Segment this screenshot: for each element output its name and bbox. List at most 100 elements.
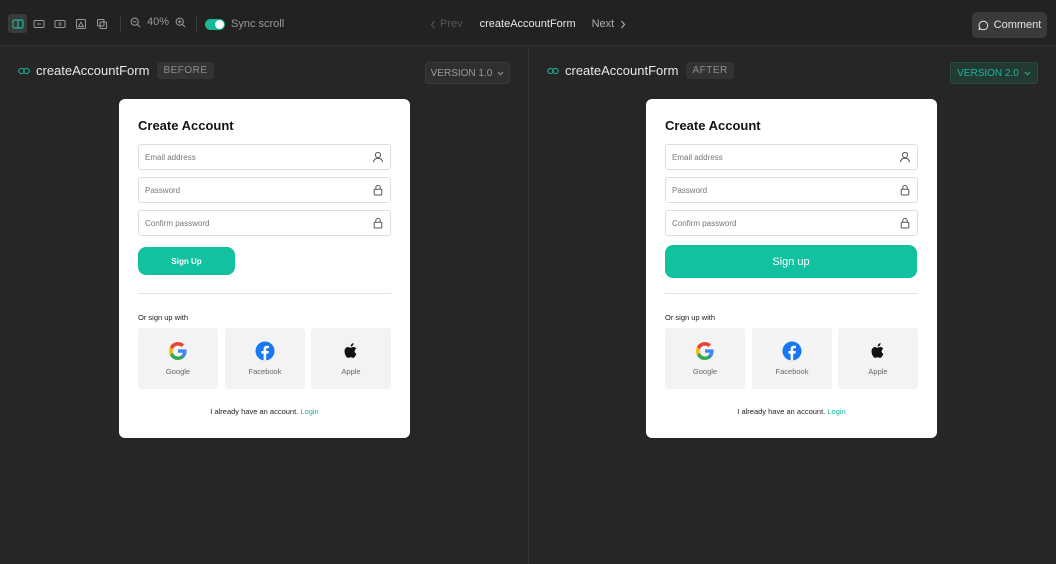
google-button[interactable]: Google [665, 328, 745, 389]
google-icon [168, 341, 187, 361]
zoom-out-button[interactable] [130, 17, 141, 28]
confirm-password-placeholder: Confirm password [145, 218, 210, 228]
email-field[interactable]: Email address [665, 144, 918, 170]
email-placeholder: Email address [672, 152, 723, 162]
or-sign-up-label: Or sign up with [665, 313, 716, 322]
facebook-button[interactable]: Facebook [752, 328, 832, 389]
prev-button[interactable]: Prev [430, 18, 463, 30]
overlay-button[interactable] [71, 14, 90, 33]
toolbar-divider [120, 16, 121, 32]
divider [665, 293, 918, 294]
login-link[interactable]: Login [827, 407, 845, 416]
pane-title: createAccountForm [565, 63, 679, 78]
zoom-level: 40% [147, 16, 170, 28]
pane-header: createAccountForm AFTER [547, 62, 734, 79]
login-prompt: I already have an account. Login [646, 407, 937, 416]
google-label: Google [692, 367, 718, 376]
after-pane: createAccountForm AFTER VERSION 2.0 Crea… [529, 47, 1056, 564]
form-heading: Create Account [138, 118, 234, 133]
facebook-button[interactable]: Facebook [225, 328, 305, 389]
current-file-title: createAccountForm [479, 18, 576, 30]
side-by-side-button[interactable] [29, 14, 48, 33]
confirm-password-placeholder: Confirm password [672, 218, 737, 228]
password-field[interactable]: Password [138, 177, 391, 203]
user-icon [373, 151, 383, 163]
apple-button[interactable]: Apple [311, 328, 391, 389]
zoom-control: 40% [130, 16, 186, 28]
prev-label: Prev [440, 18, 463, 30]
password-field[interactable]: Password [665, 177, 918, 203]
slider-icon [54, 19, 65, 28]
after-badge: AFTER [686, 62, 734, 79]
login-prompt-text: I already have an account. [210, 407, 299, 416]
comment-icon [978, 20, 988, 30]
password-placeholder: Password [672, 185, 708, 195]
apple-button[interactable]: Apple [838, 328, 918, 389]
login-prompt: I already have an account. Login [119, 407, 410, 416]
pane-title: createAccountForm [36, 63, 150, 78]
comment-label: Comment [993, 19, 1042, 31]
divider [138, 293, 391, 294]
confirm-password-field[interactable]: Confirm password [665, 210, 918, 236]
sign-up-button[interactable]: Sign Up [138, 247, 235, 275]
zoom-out-icon [130, 17, 141, 27]
sign-up-button[interactable]: Sign up [665, 245, 917, 278]
email-placeholder: Email address [145, 152, 196, 162]
google-button[interactable]: Google [138, 328, 218, 389]
form-heading: Create Account [665, 118, 761, 133]
login-link[interactable]: Login [300, 407, 318, 416]
google-label: Google [165, 367, 191, 376]
pane-header: createAccountForm BEFORE [18, 62, 214, 79]
facebook-label: Facebook [248, 367, 282, 376]
zoom-in-button[interactable] [175, 17, 186, 28]
google-icon [695, 341, 714, 361]
overlay-icon [75, 18, 86, 29]
version-select[interactable]: VERSION 2.0 [950, 62, 1038, 84]
link-icon [18, 67, 30, 74]
chevron-left-icon [430, 20, 435, 28]
next-label: Next [591, 18, 615, 30]
facebook-label: Facebook [775, 367, 809, 376]
toolbar: 40% Sync scroll Prev createAccountForm N… [0, 0, 1056, 46]
apple-label: Apple [341, 367, 361, 376]
version-select[interactable]: VERSION 1.0 [425, 62, 510, 84]
split-view-icon [11, 18, 24, 29]
onion-skin-button[interactable] [92, 14, 111, 33]
chevron-right-icon [621, 20, 626, 28]
before-badge: BEFORE [157, 62, 214, 79]
slider-button[interactable] [50, 14, 69, 33]
zoom-in-icon [175, 17, 186, 27]
login-prompt-text: I already have an account. [737, 407, 826, 416]
apple-label: Apple [868, 367, 888, 376]
split-view-button[interactable] [8, 14, 27, 33]
lock-icon [373, 217, 383, 229]
comment-button[interactable]: Comment [972, 12, 1047, 38]
toolbar-divider [196, 16, 197, 32]
side-by-side-icon [33, 19, 44, 28]
chevron-down-icon [1024, 71, 1031, 76]
sync-scroll-control: Sync scroll [205, 18, 284, 30]
next-button[interactable]: Next [592, 18, 627, 30]
apple-icon [344, 343, 357, 358]
apple-icon [871, 343, 884, 358]
onion-skin-icon [96, 18, 107, 29]
facebook-icon [782, 341, 802, 361]
sync-scroll-label: Sync scroll [231, 18, 285, 30]
user-icon [900, 151, 910, 163]
lock-icon [900, 217, 910, 229]
sync-scroll-toggle[interactable] [205, 18, 225, 30]
view-mode-group [8, 14, 111, 33]
chevron-down-icon [497, 71, 504, 76]
before-pane: createAccountForm BEFORE VERSION 1.0 Cre… [0, 47, 528, 564]
link-icon [547, 67, 559, 74]
create-account-card: Create Account Email address Password Co… [646, 99, 937, 438]
lock-icon [373, 184, 383, 196]
lock-icon [900, 184, 910, 196]
email-field[interactable]: Email address [138, 144, 391, 170]
version-label: VERSION 1.0 [430, 67, 493, 79]
password-placeholder: Password [145, 185, 181, 195]
confirm-password-field[interactable]: Confirm password [138, 210, 391, 236]
file-navigation: Prev createAccountForm Next [430, 18, 626, 30]
or-sign-up-label: Or sign up with [138, 313, 189, 322]
version-label: VERSION 2.0 [957, 67, 1019, 79]
